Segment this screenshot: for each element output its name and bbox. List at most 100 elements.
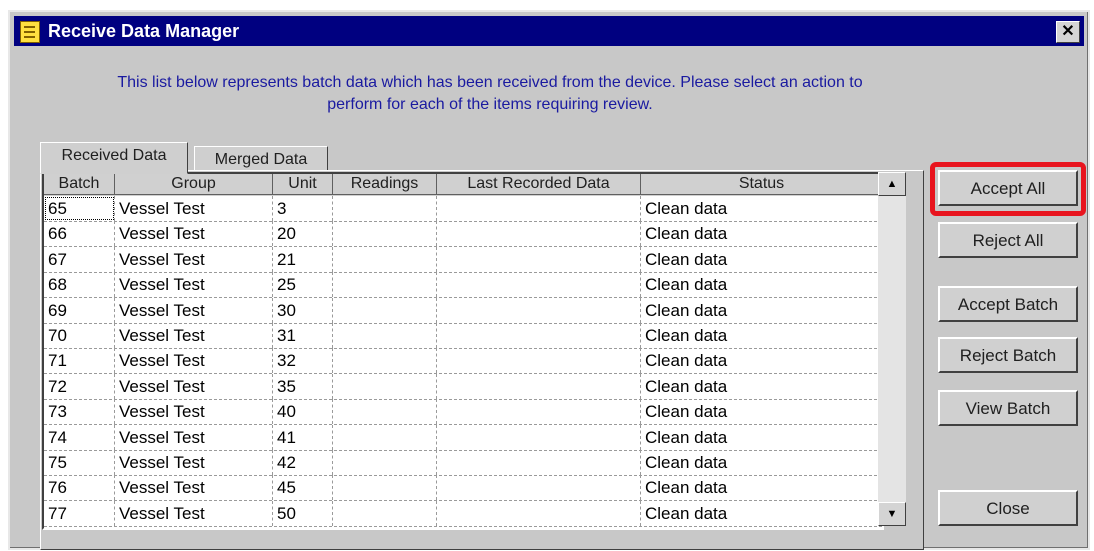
cell-batch[interactable]: 68 (44, 272, 115, 298)
cell-batch[interactable]: 71 (44, 348, 115, 374)
column-header-last-recorded-data[interactable]: Last Recorded Data (437, 174, 641, 195)
cell-readings[interactable] (333, 475, 437, 501)
cell-group[interactable]: Vessel Test (115, 348, 273, 374)
cell-last-recorded-data[interactable] (437, 323, 641, 348)
cell-last-recorded-data[interactable] (437, 399, 641, 425)
cell-batch[interactable]: 73 (44, 399, 115, 425)
scroll-up-icon[interactable]: ▲ (878, 172, 906, 196)
cell-last-recorded-data[interactable] (437, 246, 641, 272)
table-row[interactable]: 76 Vessel Test 45 Clean data (44, 475, 882, 502)
cell-unit[interactable]: 25 (273, 272, 333, 298)
cell-group[interactable]: Vessel Test (115, 221, 273, 247)
cell-group[interactable]: Vessel Test (115, 500, 273, 526)
cell-unit[interactable]: 40 (273, 399, 333, 425)
cell-status[interactable]: Clean data (641, 272, 882, 298)
cell-group[interactable]: Vessel Test (115, 450, 273, 475)
column-header-readings[interactable]: Readings (333, 174, 437, 195)
cell-last-recorded-data[interactable] (437, 272, 641, 298)
table-row[interactable]: 65 Vessel Test 3 Clean data (44, 196, 882, 222)
cell-group[interactable]: Vessel Test (115, 399, 273, 425)
cell-status[interactable]: Clean data (641, 221, 882, 247)
column-header-group[interactable]: Group (115, 174, 273, 195)
cell-group[interactable]: Vessel Test (115, 373, 273, 399)
table-row[interactable]: 66 Vessel Test 20 Clean data (44, 221, 882, 248)
cell-batch[interactable]: 72 (44, 373, 115, 399)
cell-last-recorded-data[interactable] (437, 450, 641, 475)
cell-readings[interactable] (333, 297, 437, 323)
close-button[interactable]: Close (938, 490, 1078, 526)
cell-readings[interactable] (333, 500, 437, 526)
cell-readings[interactable] (333, 272, 437, 298)
cell-unit[interactable]: 35 (273, 373, 333, 399)
accept-batch-button[interactable]: Accept Batch (938, 286, 1078, 322)
reject-all-button[interactable]: Reject All (938, 222, 1078, 258)
cell-status[interactable]: Clean data (641, 424, 882, 450)
cell-group[interactable]: Vessel Test (115, 424, 273, 450)
cell-group[interactable]: Vessel Test (115, 272, 273, 298)
table-row[interactable]: 77 Vessel Test 50 Clean data (44, 500, 882, 527)
cell-status[interactable]: Clean data (641, 399, 882, 425)
table-row[interactable]: 71 Vessel Test 32 Clean data (44, 348, 882, 375)
cell-last-recorded-data[interactable] (437, 500, 641, 526)
cell-status[interactable]: Clean data (641, 297, 882, 323)
cell-batch[interactable]: 67 (44, 246, 115, 272)
column-header-unit[interactable]: Unit (273, 174, 333, 195)
tab-received-data[interactable]: Received Data (40, 142, 188, 174)
cell-readings[interactable] (333, 450, 437, 475)
cell-readings[interactable] (333, 196, 437, 221)
cell-unit[interactable]: 45 (273, 475, 333, 501)
table-row[interactable]: 72 Vessel Test 35 Clean data (44, 373, 882, 400)
cell-batch[interactable]: 77 (44, 500, 115, 526)
vertical-scrollbar[interactable]: ▲ ▼ (878, 172, 906, 526)
reject-batch-button[interactable]: Reject Batch (938, 337, 1078, 373)
cell-last-recorded-data[interactable] (437, 373, 641, 399)
column-header-status[interactable]: Status (641, 174, 882, 195)
cell-readings[interactable] (333, 348, 437, 374)
cell-status[interactable]: Clean data (641, 323, 882, 348)
cell-unit[interactable]: 30 (273, 297, 333, 323)
cell-group[interactable]: Vessel Test (115, 246, 273, 272)
cell-status[interactable]: Clean data (641, 500, 882, 526)
cell-status[interactable]: Clean data (641, 450, 882, 475)
cell-last-recorded-data[interactable] (437, 424, 641, 450)
cell-batch[interactable]: 76 (44, 475, 115, 501)
cell-readings[interactable] (333, 246, 437, 272)
cell-batch[interactable]: 74 (44, 424, 115, 450)
view-batch-button[interactable]: View Batch (938, 390, 1078, 426)
table-row[interactable]: 70 Vessel Test 31 Clean data (44, 323, 882, 349)
cell-unit[interactable]: 20 (273, 221, 333, 247)
close-window-button[interactable]: ✕ (1056, 21, 1080, 43)
cell-last-recorded-data[interactable] (437, 196, 641, 221)
cell-readings[interactable] (333, 221, 437, 247)
cell-last-recorded-data[interactable] (437, 348, 641, 374)
cell-unit[interactable]: 31 (273, 323, 333, 348)
cell-group[interactable]: Vessel Test (115, 196, 273, 221)
cell-unit[interactable]: 32 (273, 348, 333, 374)
column-header-batch[interactable]: Batch (44, 174, 115, 195)
cell-unit[interactable]: 21 (273, 246, 333, 272)
cell-group[interactable]: Vessel Test (115, 323, 273, 348)
cell-batch[interactable]: 70 (44, 323, 115, 348)
cell-unit[interactable]: 42 (273, 450, 333, 475)
table-row[interactable]: 69 Vessel Test 30 Clean data (44, 297, 882, 324)
table-row[interactable]: 74 Vessel Test 41 Clean data (44, 424, 882, 451)
cell-readings[interactable] (333, 373, 437, 399)
scroll-down-icon[interactable]: ▼ (878, 502, 906, 526)
table-row[interactable]: 75 Vessel Test 42 Clean data (44, 450, 882, 476)
cell-status[interactable]: Clean data (641, 373, 882, 399)
cell-readings[interactable] (333, 323, 437, 348)
table-row[interactable]: 67 Vessel Test 21 Clean data (44, 246, 882, 273)
cell-batch[interactable]: 66 (44, 221, 115, 247)
cell-last-recorded-data[interactable] (437, 221, 641, 247)
cell-status[interactable]: Clean data (641, 246, 882, 272)
cell-readings[interactable] (333, 399, 437, 425)
cell-batch[interactable]: 75 (44, 450, 115, 475)
cell-status[interactable]: Clean data (641, 475, 882, 501)
cell-status[interactable]: Clean data (641, 196, 882, 221)
cell-last-recorded-data[interactable] (437, 297, 641, 323)
cell-unit[interactable]: 3 (273, 196, 333, 221)
table-row[interactable]: 68 Vessel Test 25 Clean data (44, 272, 882, 299)
cell-unit[interactable]: 41 (273, 424, 333, 450)
batch-grid[interactable]: Batch Group Unit Readings Last Recorded … (42, 172, 884, 530)
cell-status[interactable]: Clean data (641, 348, 882, 374)
